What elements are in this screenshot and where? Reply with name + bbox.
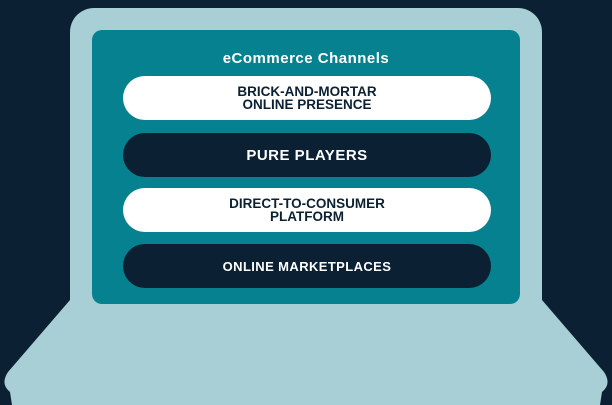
laptop-screen: eCommerce Channels BRICK-AND-MORTAR ONLI… [92,30,520,304]
laptop-diagram: eCommerce Channels BRICK-AND-MORTAR ONLI… [0,0,612,405]
channel-online-marketplaces: ONLINE MARKETPLACES [123,244,491,288]
channel-brick-and-mortar: BRICK-AND-MORTAR ONLINE PRESENCE [123,76,491,120]
channel-direct-to-consumer: DIRECT-TO-CONSUMER PLATFORM [123,188,491,232]
channel-pure-players: PURE PLAYERS [123,133,491,177]
diagram-title: eCommerce Channels [222,50,390,67]
laptop-base [4,300,608,405]
